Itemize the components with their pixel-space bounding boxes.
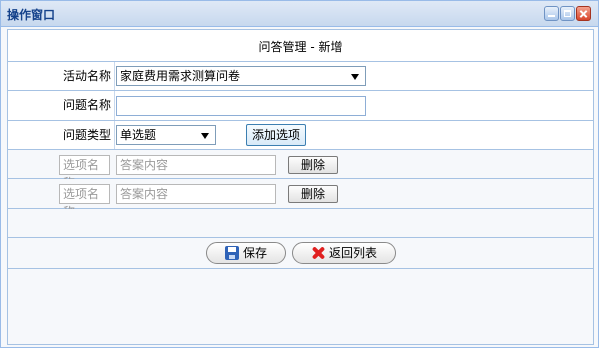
delete-option-button[interactable]: 删除 [288, 185, 338, 203]
add-option-button[interactable]: 添加选项 [246, 124, 306, 146]
option-answer-input[interactable]: 答案内容 [116, 155, 276, 175]
form-heading-row: 问答管理 - 新增 [8, 30, 593, 62]
option-answer-input[interactable]: 答案内容 [116, 184, 276, 204]
minimize-icon[interactable] [544, 6, 559, 21]
question-name-input[interactable] [116, 96, 366, 116]
window-titlebar[interactable]: 操作窗口 [1, 1, 598, 27]
row-divider [114, 121, 115, 149]
row-divider [114, 91, 115, 120]
activity-select-value: 家庭费用需求测算问卷 [120, 69, 241, 83]
dropdown-arrow-icon [351, 74, 359, 80]
dropdown-arrow-icon [201, 133, 209, 139]
question-name-label: 问题名称 [62, 98, 111, 112]
form-panel: 问答管理 - 新增 活动名称 家庭费用需求测算问卷 问题名称 问题类型 单选题 [7, 29, 594, 345]
actions-row: 保存 返回列表 [8, 238, 593, 269]
row-divider [114, 62, 115, 90]
back-button-label: 返回列表 [329, 246, 378, 260]
back-x-icon [311, 246, 325, 260]
activity-row: 活动名称 家庭费用需求测算问卷 [8, 62, 593, 91]
question-name-row: 问题名称 [8, 91, 593, 121]
option-row-2: 选项名称 答案内容 删除 [8, 179, 593, 219]
question-type-select[interactable]: 单选题 [116, 125, 216, 145]
operation-window: 操作窗口 问答管理 - 新增 活动名称 家庭费用需求测算问卷 问题名称 问题类型 [0, 0, 599, 348]
window-title: 操作窗口 [7, 8, 56, 22]
save-button[interactable]: 保存 [206, 242, 286, 264]
question-type-label: 问题类型 [62, 128, 111, 142]
option-row-1: 选项名称 答案内容 删除 [8, 150, 593, 190]
option-name-input[interactable]: 选项名称 [59, 155, 110, 190]
close-icon[interactable] [576, 6, 591, 21]
activity-label: 活动名称 [62, 69, 111, 83]
delete-option-button[interactable]: 删除 [288, 156, 338, 174]
activity-select[interactable]: 家庭费用需求测算问卷 [116, 66, 366, 86]
page-title: 问答管理 - 新增 [258, 40, 343, 54]
question-type-value: 单选题 [120, 128, 157, 142]
spacer-row [8, 209, 593, 238]
save-button-label: 保存 [243, 246, 268, 260]
back-to-list-button[interactable]: 返回列表 [292, 242, 396, 264]
save-icon [225, 246, 239, 260]
question-type-row: 问题类型 单选题 添加选项 [8, 121, 593, 150]
option-name-input[interactable]: 选项名称 [59, 184, 110, 219]
maximize-icon[interactable] [560, 6, 575, 21]
